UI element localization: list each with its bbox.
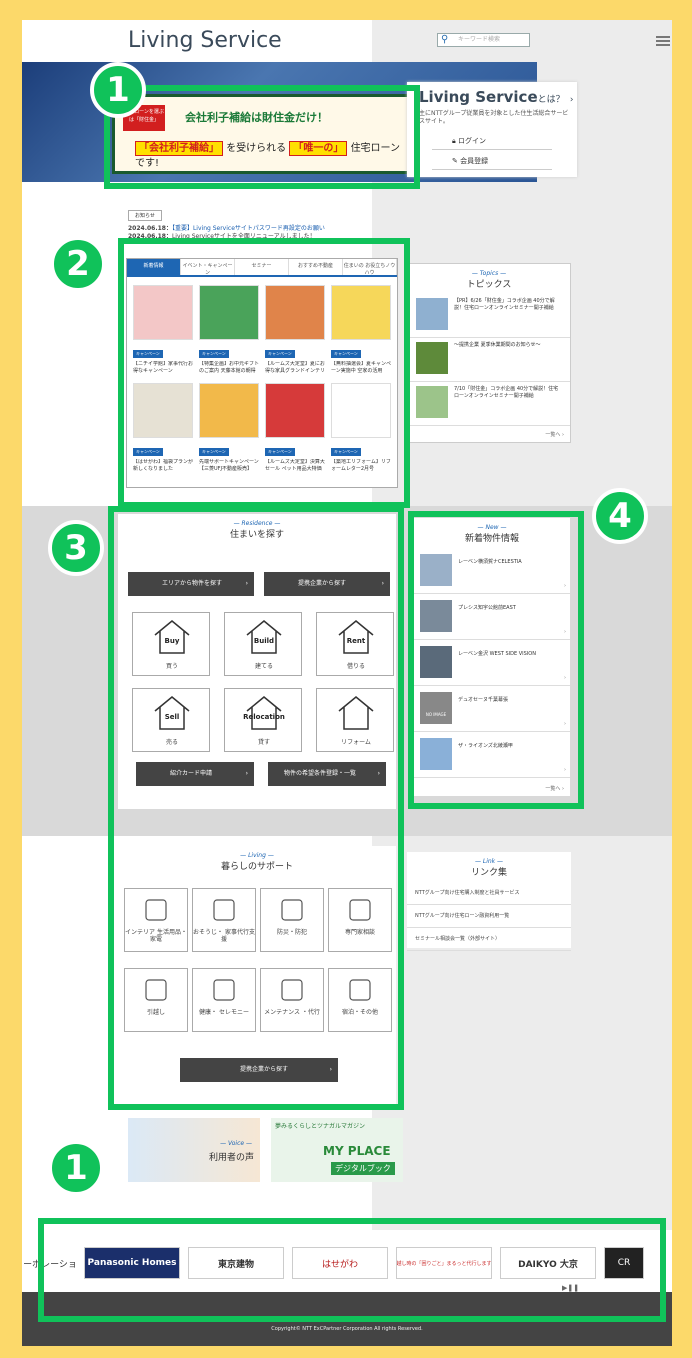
marker-1: 1 [90,62,146,118]
search-icon: ⚲ [441,34,449,45]
search-input[interactable]: ⚲ キーワード検索 [437,33,530,47]
topics-title: トピックス [466,280,512,290]
topics-more-link[interactable]: 一覧へ › [545,431,564,438]
topics-en: — Topics — [471,270,507,277]
search-placeholder: キーワード検索 [458,36,501,43]
site-logo[interactable]: Living Service [128,28,282,53]
highlight-box [104,85,420,189]
about-title: Living Serviceとは？ › [419,88,574,106]
topic-item[interactable]: 【PR】6/26「財住金」コラボ企画 40分で解説！住宅ローンオンラインセミナー… [408,294,570,338]
marker-2: 2 [50,236,106,292]
news-item[interactable]: 2024.06.18：【重要】Living Serviceサイトパスワード再設定… [128,225,388,233]
marker-4: 4 [592,488,648,544]
topic-item[interactable]: 7/10「財住金」コラボ企画 40分で解説！住宅ローンオンラインセミナー開子補給 [408,382,570,426]
myplace-banner[interactable]: 夢みるくらしとツナガルマガジン MY PLACE デジタルブック [271,1118,403,1182]
highlight-box [38,1218,666,1322]
login-link[interactable]: 🔒︎ ログイン [432,132,552,150]
about-desc: 主にNTTグループ従業員を対象とした住生活総合サービスサイト。 [419,110,569,125]
link-item[interactable]: セミナール相談会一覧（外部サイト） [407,928,571,951]
about-box: Living Serviceとは？ › 主にNTTグループ従業員を対象とした住生… [407,82,577,177]
news-label: お知らせ [128,210,162,221]
voice-banner[interactable]: — Voice — 利用者の声 [128,1118,260,1182]
marker-3: 3 [48,520,104,576]
link-item[interactable]: NTTグループ向け住宅ローン融資利用一覧 [407,905,571,928]
edit-icon: ✎ [452,157,461,165]
news-section: お知らせ 2024.06.18：【重要】Living Serviceサイトパスワ… [128,202,388,241]
highlight-box [408,511,584,809]
highlight-box [118,238,410,508]
register-link[interactable]: ✎ 会員登録 [432,152,552,170]
links-en: — Link — [474,858,504,865]
copyright: Copyright© NTT ExCPartner Corporation Al… [271,1326,423,1332]
marker-1b: 1 [48,1140,104,1196]
topic-item[interactable]: 〜提携企業 夏季休業期間のお知らせ〜 [408,338,570,382]
links-box: — Link — リンク集 NTTグループ向け住宅購入制度と社員サービス NTT… [407,852,571,951]
link-item[interactable]: NTTグループ向け住宅購入制度と社員サービス [407,882,571,905]
menu-icon[interactable] [656,36,670,48]
links-title: リンク集 [470,868,507,878]
highlight-box [108,506,404,1110]
topics-box: — Topics — トピックス 【PR】6/26「財住金」コラボ企画 40分で… [407,263,571,443]
